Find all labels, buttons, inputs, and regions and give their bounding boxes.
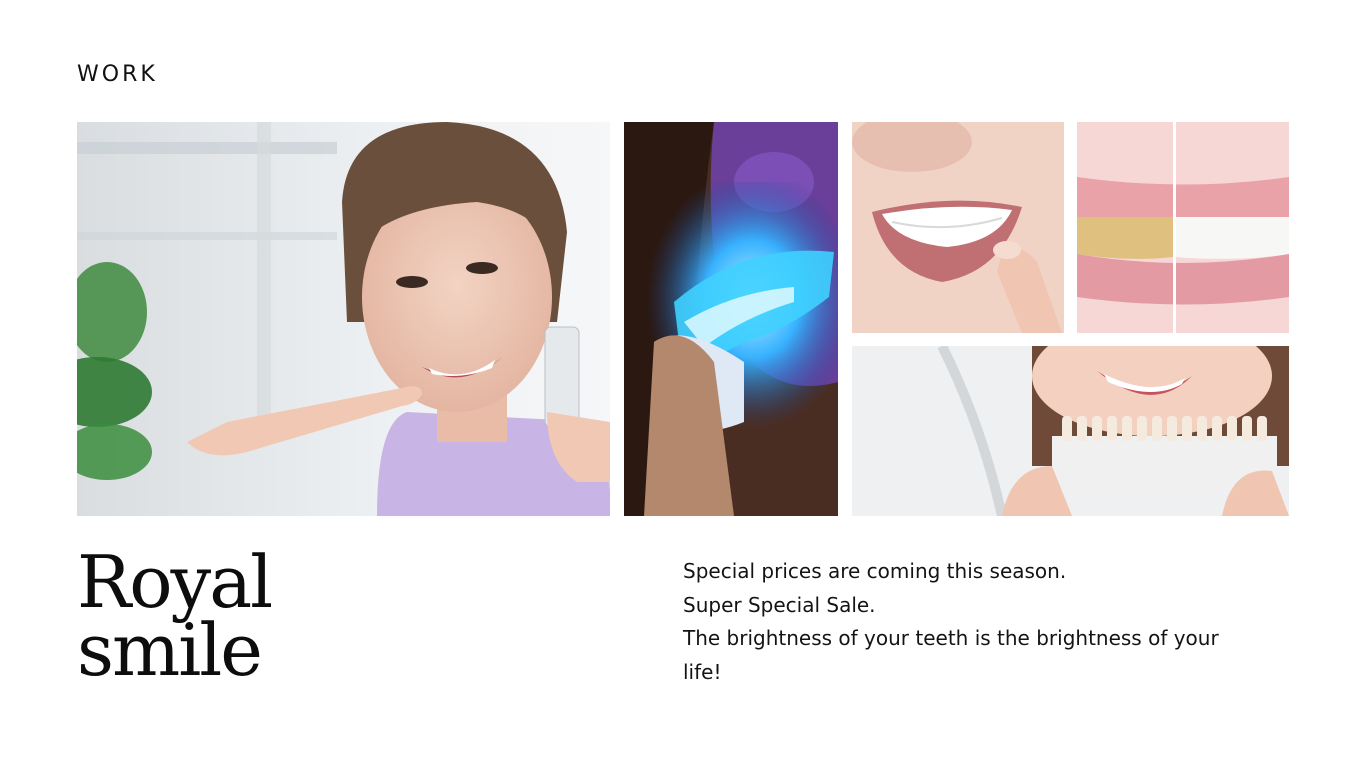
description-line-2: Super Special Sale. <box>683 592 876 617</box>
page-title: Royal smile <box>77 540 273 692</box>
description-line-3: The brightness of your teeth is the brig… <box>683 626 1219 684</box>
woman-pointing-smile-photo <box>77 122 610 516</box>
title-line-1: Royal <box>77 540 273 624</box>
description-text: Special prices are coming this season. S… <box>683 555 1243 689</box>
smile-closeup-photo <box>852 122 1064 333</box>
shade-guide-photo <box>852 346 1289 516</box>
title-line-2: smile <box>77 608 263 692</box>
before-after-teeth-photo <box>1077 122 1289 333</box>
blue-light-whitening-photo <box>624 122 838 516</box>
description-line-1: Special prices are coming this season. <box>683 559 1067 583</box>
section-label: WORK <box>77 62 158 87</box>
